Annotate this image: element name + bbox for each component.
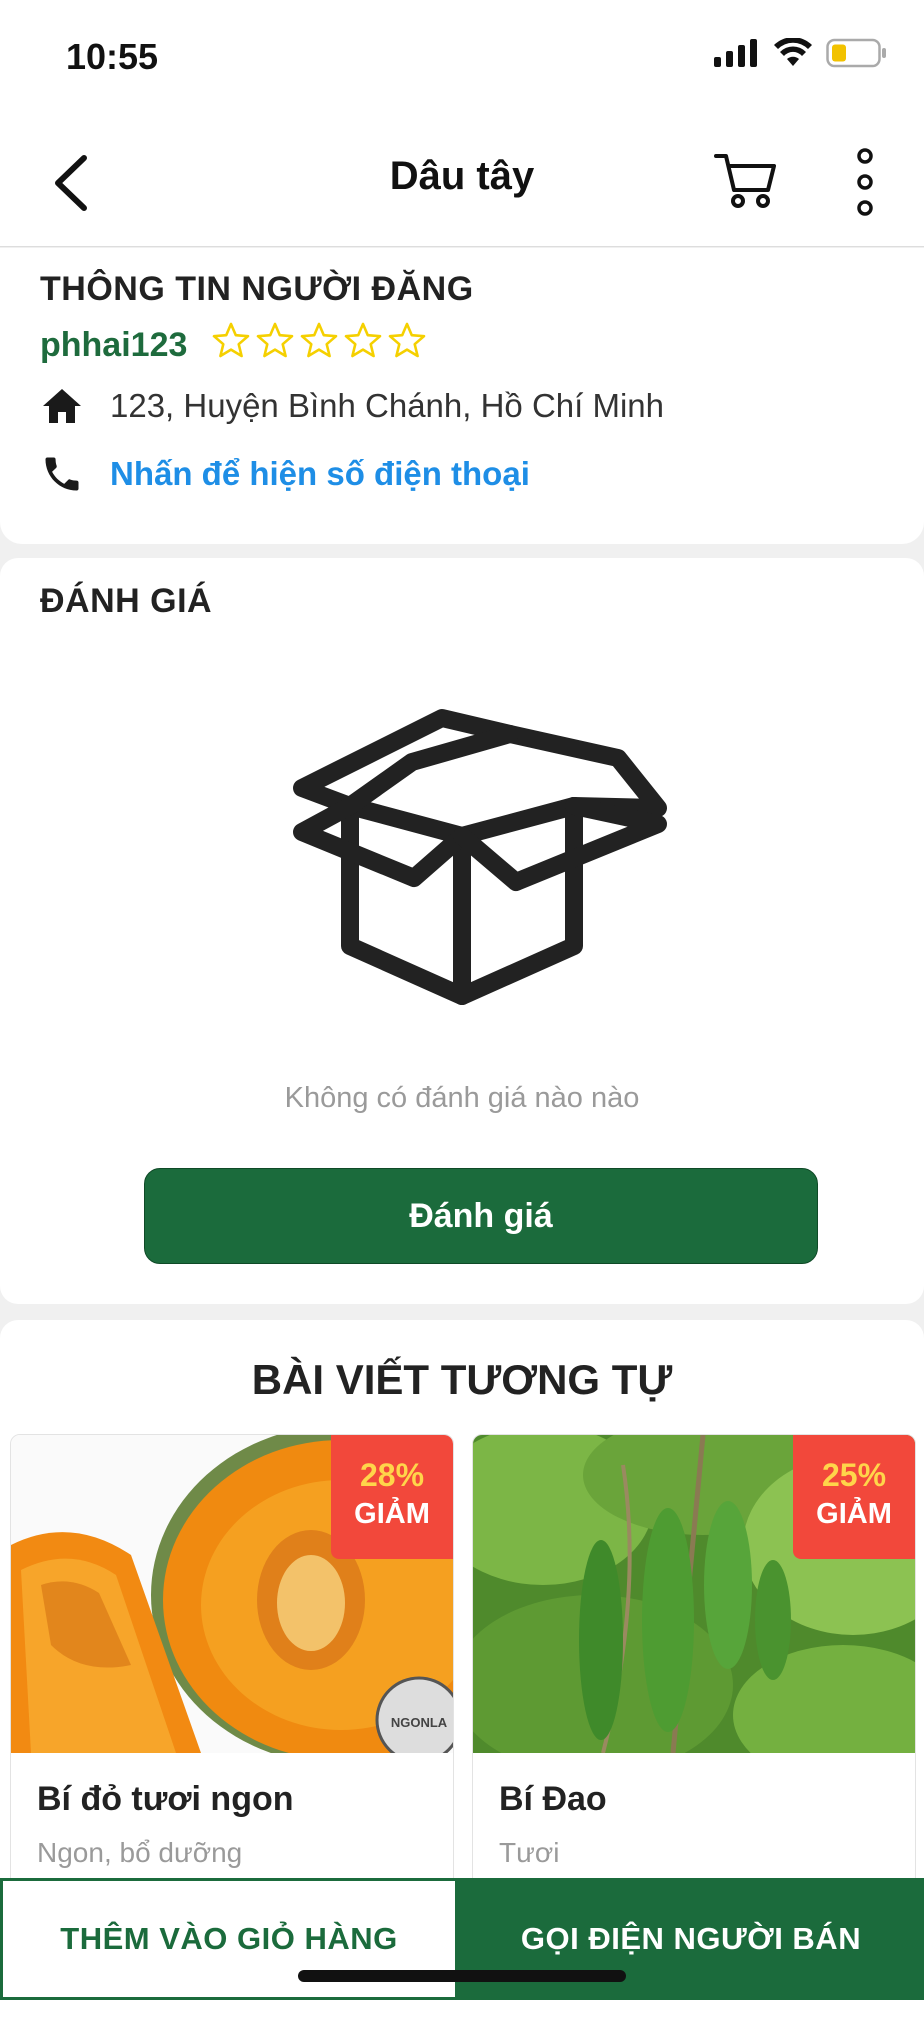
product-image-winter-melon: 25% GIẢM [473, 1435, 915, 1753]
product-card[interactable]: 25% GIẢM Bí Đao Tươi [472, 1434, 916, 1906]
product-description: Ngon, bổ dưỡng [37, 1837, 243, 1868]
show-phone-link[interactable]: Nhấn để hiện số điện thoại [110, 455, 530, 493]
app-header: Dâu tây [0, 120, 924, 247]
similar-posts-heading: BÀI VIẾT TƯƠNG TỰ [251, 1356, 673, 1403]
seller-info-heading: THÔNG TIN NGƯỜI ĐĂNG [40, 270, 474, 308]
star-icon [300, 322, 338, 358]
status-icons [714, 38, 888, 68]
reviews-heading: ĐÁNH GIÁ [40, 582, 213, 620]
status-time: 10:55 [66, 36, 159, 77]
product-name: Bí đỏ tươi ngon [37, 1780, 294, 1818]
discount-label: GIẢM [816, 1498, 892, 1530]
product-description: Tươi [499, 1837, 560, 1868]
discount-percent: 25% [821, 1457, 887, 1493]
wifi-icon [774, 38, 812, 66]
seller-username[interactable]: phhai123 [40, 326, 187, 365]
reviews-card: ĐÁNH GIÁ Không có đánh giá nào nào Đánh … [0, 558, 924, 1304]
more-vertical-icon[interactable] [848, 146, 882, 218]
product-image-pumpkin: NGONLA 28% GIẢM [11, 1435, 453, 1753]
product-name: Bí Đao [499, 1780, 607, 1818]
home-icon [43, 389, 81, 423]
discount-label: GIẢM [354, 1498, 430, 1530]
star-icon [344, 322, 382, 358]
star-icon [212, 322, 250, 358]
star-icon [256, 322, 294, 358]
seller-address-row: 123, Huyện Bình Chánh, Hồ Chí Minh [40, 386, 664, 426]
discount-badge: 25% GIẢM [793, 1435, 915, 1559]
seller-rating [212, 322, 426, 358]
page-title: Dâu tây [389, 154, 535, 198]
empty-box-icon [293, 709, 667, 1005]
discount-percent: 28% [359, 1457, 425, 1493]
battery-icon [826, 38, 886, 68]
phone-icon [45, 457, 79, 491]
star-icon [388, 322, 426, 358]
seller-info-card: THÔNG TIN NGƯỜI ĐĂNG phhai123 123, Huyện… [0, 248, 924, 544]
product-card[interactable]: NGONLA 28% GIẢM Bí đỏ tươi ngon Ngon, bổ… [10, 1434, 454, 1906]
no-reviews-text: Không có đánh giá nào nào [284, 1082, 640, 1114]
seller-address: 123, Huyện Bình Chánh, Hồ Chí Minh [110, 387, 664, 424]
discount-badge: 28% GIẢM [331, 1435, 453, 1559]
home-indicator [298, 1970, 626, 1982]
cart-icon[interactable] [714, 148, 778, 212]
seller-phone-row[interactable]: Nhấn để hiện số điện thoại [40, 452, 530, 496]
status-bar: 10:55 [0, 0, 924, 120]
watermark-text: NGONLA [391, 1715, 448, 1730]
write-review-button[interactable]: Đánh giá [144, 1168, 818, 1264]
signal-icon [714, 39, 757, 67]
